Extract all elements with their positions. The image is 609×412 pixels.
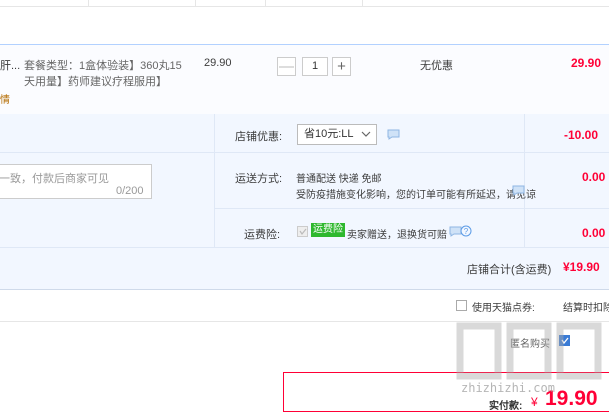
shipping-method: 普通配送 快递 免邮 [296,174,382,185]
watermark-logo-icon [456,322,602,380]
quantity-minus-button[interactable]: — [277,57,296,76]
quantity-plus-button[interactable]: + [332,57,351,76]
item-spec-line1: 套餐类型：1盒体验装】360丸15 [24,60,182,72]
svg-text:?: ? [464,227,469,236]
insurance-checkbox[interactable] [297,226,308,237]
order-item-row: 肝... 情 套餐类型：1盒体验装】360丸15 天用量】药师建议疗程服用】 2… [0,44,609,115]
panel-divider [214,114,215,247]
check-icon [299,228,307,235]
panel-divider [524,114,525,247]
help-icon[interactable]: ? [460,225,472,237]
shop-total-value: ¥19.90 [563,260,600,274]
panel-divider [214,208,609,209]
message-counter: 0/200 [116,185,144,197]
chat-bubble-icon[interactable] [512,185,525,196]
header-tick [265,0,266,6]
insurance-text: 卖家赠送，退换货可赔 [347,230,447,241]
insurance-amount: 0.00 [582,226,606,240]
coupon-label: 店铺优惠: [235,131,283,143]
coupon-select[interactable]: 省10元:LL [297,124,377,145]
header-tick [88,0,89,6]
header-tick [362,0,363,6]
quantity-input[interactable]: 1 [302,57,328,76]
item-spec-line2: 天用量】药师建议疗程服用】 [24,76,167,88]
shop-total-label: 店铺合计(含运费) [467,264,552,276]
item-discount: 无优惠 [420,60,453,72]
unit-price: 29.90 [204,57,232,69]
chevron-down-icon [361,131,371,137]
item-name[interactable]: 肝... [0,57,20,73]
panel-divider [0,247,609,248]
shipping-notice: 受防疫措施变化影响，您的订单可能有所延迟，请见谅 [296,190,536,201]
shipping-amount: 0.00 [582,170,606,184]
points-settlement-text: 结算时扣除 [563,303,609,314]
item-name-sub: 情 [0,95,10,106]
shipping-label: 运送方式: [235,173,283,185]
insurance-tag: 运费险 [311,223,345,237]
coupon-amount: -10.00 [564,128,599,142]
insurance-label: 运费险: [244,229,281,241]
chat-bubble-icon[interactable] [387,129,400,140]
header-tick [195,0,196,6]
points-checkbox[interactable] [456,300,467,311]
panel-divider [0,152,609,153]
buyer-message-field[interactable]: 一致，付款后商家可见 0/200 [0,164,152,199]
points-label: 使用天猫点券: [472,303,535,314]
coupon-select-value: 省10元:LL [304,128,354,140]
item-subtotal: 29.90 [571,56,602,70]
header-divider [0,6,609,7]
watermark-text: zhizhizhi.com [461,381,555,395]
payment-label: 实付款: [489,401,523,412]
message-placeholder: 一致，付款后商家可见 [0,173,109,185]
